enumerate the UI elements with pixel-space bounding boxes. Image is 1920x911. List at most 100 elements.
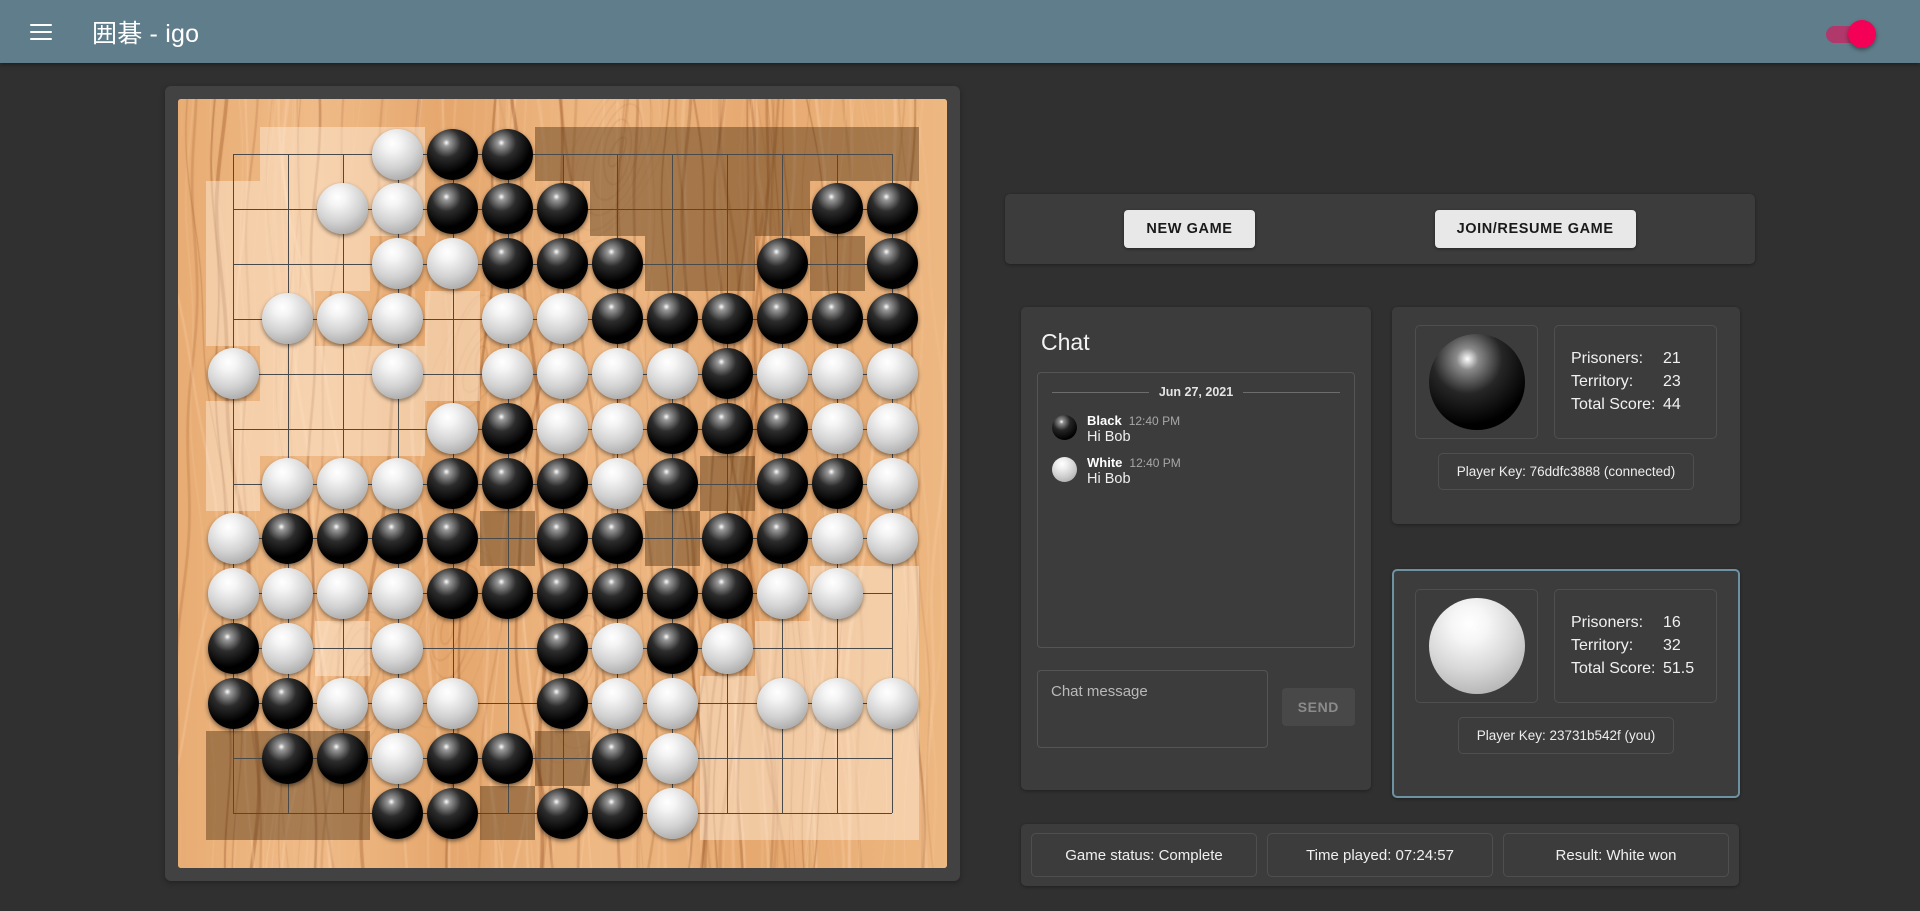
- white-stone[interactable]: [756, 677, 808, 729]
- white-stone[interactable]: [262, 293, 314, 345]
- white-stone[interactable]: [372, 677, 424, 729]
- white-stone[interactable]: [427, 403, 479, 455]
- white-stone[interactable]: [317, 567, 369, 619]
- white-stone[interactable]: [537, 403, 588, 455]
- black-stone[interactable]: [756, 458, 808, 509]
- black-stone[interactable]: [646, 403, 698, 455]
- white-stone[interactable]: [591, 348, 643, 400]
- white-stone[interactable]: [207, 348, 259, 400]
- white-stone[interactable]: [317, 183, 369, 235]
- white-stone[interactable]: [317, 677, 369, 729]
- white-stone[interactable]: [591, 403, 643, 455]
- black-stone[interactable]: [427, 732, 479, 784]
- board-stone-layer[interactable]: [178, 99, 947, 868]
- black-stone[interactable]: [537, 238, 588, 290]
- black-stone[interactable]: [701, 567, 753, 619]
- black-stone[interactable]: [537, 183, 588, 235]
- white-stone[interactable]: [317, 458, 369, 509]
- send-chat-button[interactable]: SEND: [1281, 688, 1355, 726]
- join-resume-game-button[interactable]: JOIN/RESUME GAME: [1434, 210, 1636, 248]
- black-stone[interactable]: [482, 403, 534, 455]
- black-stone[interactable]: [866, 238, 918, 290]
- white-stone[interactable]: [262, 622, 314, 674]
- white-stone[interactable]: [591, 677, 643, 729]
- white-stone[interactable]: [262, 567, 314, 619]
- white-stone[interactable]: [811, 403, 863, 455]
- chat-message-log[interactable]: Jun 27, 2021 Black 12:40 PM Hi Bob White 12:…: [1037, 372, 1355, 648]
- white-stone[interactable]: [372, 458, 424, 509]
- black-stone[interactable]: [756, 293, 808, 345]
- white-stone[interactable]: [372, 622, 424, 674]
- black-stone[interactable]: [427, 458, 479, 509]
- black-stone[interactable]: [756, 512, 808, 564]
- white-stone[interactable]: [372, 128, 424, 180]
- black-stone[interactable]: [427, 512, 479, 564]
- black-stone[interactable]: [482, 128, 534, 180]
- white-stone[interactable]: [482, 293, 534, 345]
- black-stone[interactable]: [537, 787, 588, 839]
- player-panel-white[interactable]: Prisoners: 16 Territory: 32 Total Score:…: [1392, 569, 1740, 798]
- white-stone[interactable]: [646, 787, 698, 839]
- black-stone[interactable]: [482, 458, 534, 509]
- black-stone[interactable]: [811, 183, 863, 235]
- black-stone[interactable]: [646, 567, 698, 619]
- go-board[interactable]: [178, 99, 947, 868]
- black-stone[interactable]: [811, 293, 863, 345]
- white-stone[interactable]: [866, 348, 918, 400]
- black-stone[interactable]: [646, 293, 698, 345]
- black-stone[interactable]: [701, 348, 753, 400]
- black-stone[interactable]: [591, 787, 643, 839]
- white-stone[interactable]: [372, 567, 424, 619]
- black-stone[interactable]: [482, 567, 534, 619]
- black-stone[interactable]: [372, 787, 424, 839]
- black-stone[interactable]: [591, 293, 643, 345]
- white-stone[interactable]: [646, 677, 698, 729]
- theme-toggle-switch[interactable]: [1820, 19, 1876, 48]
- white-stone[interactable]: [427, 677, 479, 729]
- black-stone[interactable]: [262, 732, 314, 784]
- white-stone[interactable]: [427, 238, 479, 290]
- black-stone[interactable]: [482, 238, 534, 290]
- black-stone[interactable]: [427, 567, 479, 619]
- black-stone[interactable]: [701, 403, 753, 455]
- black-stone[interactable]: [372, 512, 424, 564]
- black-stone[interactable]: [427, 128, 479, 180]
- white-stone[interactable]: [811, 567, 863, 619]
- white-stone[interactable]: [537, 293, 588, 345]
- chat-message-input[interactable]: [1037, 670, 1268, 748]
- black-stone[interactable]: [701, 293, 753, 345]
- white-stone[interactable]: [372, 732, 424, 784]
- black-stone[interactable]: [591, 567, 643, 619]
- black-stone[interactable]: [646, 458, 698, 509]
- white-stone[interactable]: [591, 458, 643, 509]
- white-stone[interactable]: [811, 512, 863, 564]
- black-stone[interactable]: [317, 732, 369, 784]
- white-stone[interactable]: [372, 293, 424, 345]
- black-stone[interactable]: [866, 293, 918, 345]
- black-stone[interactable]: [537, 458, 588, 509]
- black-stone[interactable]: [756, 238, 808, 290]
- black-stone[interactable]: [537, 567, 588, 619]
- white-stone[interactable]: [372, 183, 424, 235]
- white-stone[interactable]: [811, 677, 863, 729]
- black-stone[interactable]: [701, 512, 753, 564]
- black-stone[interactable]: [537, 622, 588, 674]
- white-stone[interactable]: [756, 348, 808, 400]
- black-stone[interactable]: [262, 512, 314, 564]
- black-stone[interactable]: [427, 183, 479, 235]
- black-stone[interactable]: [262, 677, 314, 729]
- white-stone[interactable]: [866, 458, 918, 509]
- white-stone[interactable]: [482, 348, 534, 400]
- black-stone[interactable]: [646, 622, 698, 674]
- white-stone[interactable]: [317, 293, 369, 345]
- white-stone[interactable]: [866, 677, 918, 729]
- black-stone[interactable]: [482, 732, 534, 784]
- black-stone[interactable]: [537, 512, 588, 564]
- black-stone[interactable]: [866, 183, 918, 235]
- white-stone[interactable]: [811, 348, 863, 400]
- black-stone[interactable]: [756, 403, 808, 455]
- black-stone[interactable]: [811, 458, 863, 509]
- white-stone[interactable]: [866, 403, 918, 455]
- black-stone[interactable]: [591, 732, 643, 784]
- new-game-button[interactable]: NEW GAME: [1124, 210, 1255, 248]
